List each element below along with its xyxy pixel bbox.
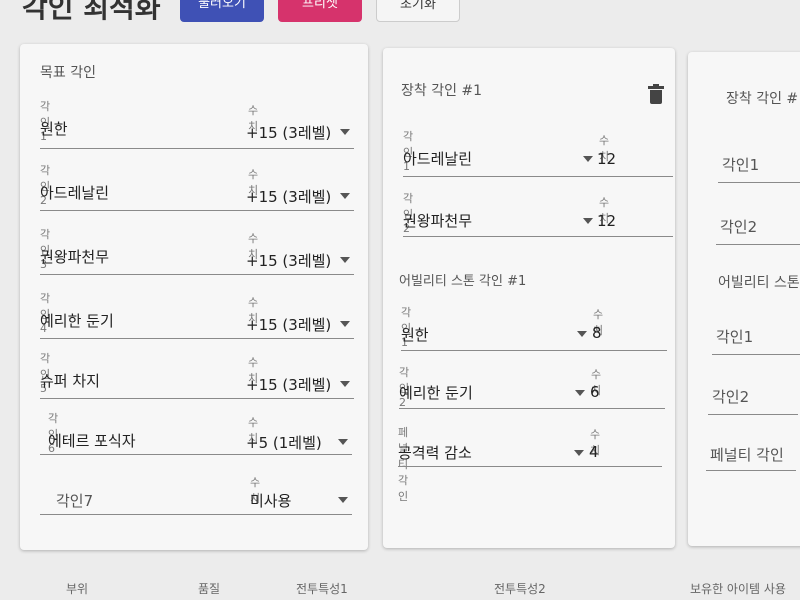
- caret-down-icon[interactable]: [338, 497, 348, 503]
- target-row-name[interactable]: 예리한 둔기: [40, 310, 114, 331]
- equip-value-select[interactable]: 12: [597, 150, 616, 168]
- target-row-name[interactable]: 에테르 포식자: [48, 430, 136, 451]
- preset-button[interactable]: 프리셋: [278, 0, 362, 22]
- target-value-select[interactable]: +15 (3레벨): [246, 374, 331, 395]
- footer-col-stat2: 전투특성2: [494, 582, 546, 596]
- equip2-stone-row-name[interactable]: 각인2: [712, 386, 749, 407]
- field-underline: [40, 274, 354, 275]
- target-value-select[interactable]: +15 (3레벨): [246, 314, 331, 335]
- field-underline: [712, 354, 800, 355]
- target-panel-title: 목표 각인: [40, 65, 96, 81]
- stone-row-label: 페널티 각인: [398, 426, 409, 503]
- target-value-select[interactable]: +15 (3레벨): [246, 186, 331, 207]
- target-row-name[interactable]: 원한: [40, 118, 68, 139]
- caret-down-icon[interactable]: [583, 218, 593, 224]
- caret-down-icon[interactable]: [340, 257, 350, 263]
- caret-down-icon[interactable]: [340, 129, 350, 135]
- equip-engraving-panel-2: 장착 각인 # 어빌리티 스톤: [688, 52, 800, 546]
- reset-button[interactable]: 초기화: [376, 0, 460, 22]
- footer-col-part: 부위: [66, 582, 89, 596]
- caret-down-icon[interactable]: [338, 439, 348, 445]
- target-value-select[interactable]: +15 (3레벨): [246, 122, 331, 143]
- caret-down-icon[interactable]: [340, 381, 350, 387]
- field-underline: [40, 148, 354, 149]
- footer-col-owned-items[interactable]: 보유한 아이템 사용: [690, 580, 786, 597]
- field-underline: [40, 454, 352, 455]
- target-row-name[interactable]: 아드레날린: [40, 182, 109, 203]
- target-value-select[interactable]: +5 (1레벨): [246, 432, 322, 453]
- field-underline: [40, 514, 352, 515]
- trash-icon[interactable]: [648, 84, 664, 104]
- field-underline: [399, 408, 665, 409]
- footer-col-stat1: 전투특성1: [296, 582, 348, 596]
- field-underline: [40, 398, 354, 399]
- equip-engraving-panel-1: 장착 각인 #1 어빌리티 스톤 각인 #1: [383, 48, 675, 548]
- equip2-stone-row-name[interactable]: 각인1: [716, 326, 753, 347]
- equip-value-select[interactable]: 12: [597, 212, 616, 230]
- stone-row-name[interactable]: 예리한 둔기: [399, 382, 473, 403]
- field-underline: [718, 182, 800, 183]
- caret-down-icon[interactable]: [340, 193, 350, 199]
- equip-row-name[interactable]: 권왕파천무: [403, 210, 472, 231]
- target-value-select[interactable]: 미사용: [250, 490, 291, 511]
- equip-row-name[interactable]: 아드레날린: [403, 148, 472, 169]
- stone-value-select[interactable]: 4: [589, 443, 599, 461]
- equip2-row-name[interactable]: 각인2: [720, 216, 757, 237]
- field-underline: [706, 470, 796, 471]
- stone-value-select[interactable]: 8: [592, 324, 602, 342]
- field-underline: [40, 338, 354, 339]
- footer-col-quality: 품질: [198, 582, 221, 596]
- target-row-name[interactable]: 각인7: [56, 490, 93, 511]
- field-underline: [716, 244, 800, 245]
- caret-down-icon[interactable]: [575, 390, 585, 396]
- equip-panel-2-title: 장착 각인 #: [726, 91, 799, 107]
- stone-row-name[interactable]: 원한: [401, 324, 429, 345]
- field-underline: [40, 210, 354, 211]
- field-underline: [398, 466, 662, 467]
- stone-row-name[interactable]: 공격력 감소: [398, 442, 472, 463]
- caret-down-icon[interactable]: [574, 450, 584, 456]
- caret-down-icon[interactable]: [583, 156, 593, 162]
- stone-section-title: 어빌리티 스톤 각인 #1: [399, 274, 527, 289]
- target-value-select[interactable]: +15 (3레벨): [246, 250, 331, 271]
- target-row-name[interactable]: 슈퍼 차지: [40, 370, 100, 391]
- target-engraving-panel: 목표 각인: [20, 44, 368, 550]
- page-title: 각인 최적화: [22, 0, 161, 24]
- equip2-stone-row-name[interactable]: 페널티 각인: [710, 444, 784, 465]
- caret-down-icon[interactable]: [577, 331, 587, 337]
- equip-panel-title: 장착 각인 #1: [401, 83, 483, 99]
- target-row-name[interactable]: 권왕파천무: [40, 246, 109, 267]
- load-button[interactable]: 불러오기: [180, 0, 264, 22]
- field-underline: [708, 414, 798, 415]
- caret-down-icon[interactable]: [340, 321, 350, 327]
- field-underline: [403, 236, 673, 237]
- field-underline: [403, 176, 673, 177]
- equip2-row-name[interactable]: 각인1: [722, 154, 759, 175]
- stone-section-2-title: 어빌리티 스톤: [718, 275, 800, 291]
- field-underline: [401, 350, 667, 351]
- stone-value-select[interactable]: 6: [590, 383, 600, 401]
